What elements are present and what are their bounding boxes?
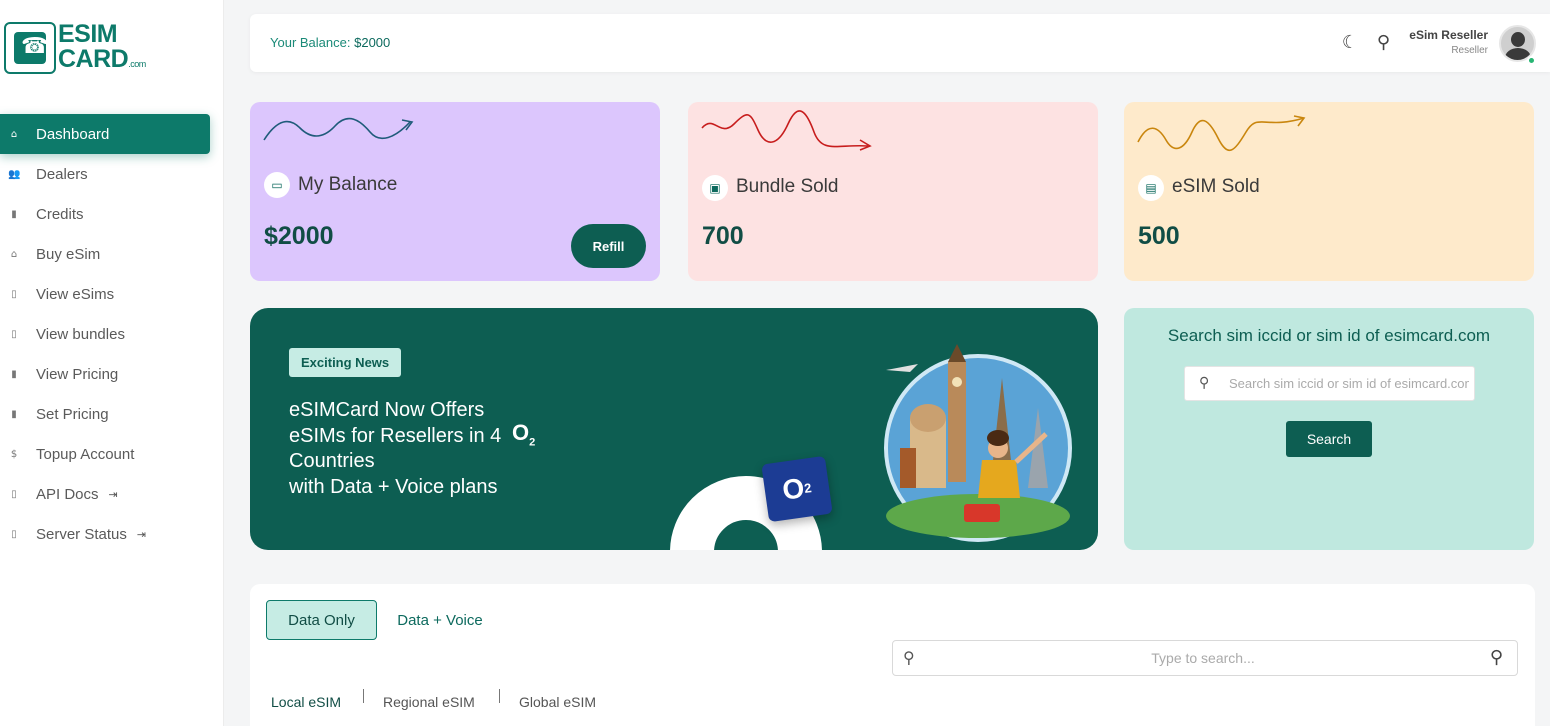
bundle-sold-value: 700	[702, 222, 744, 250]
moon-icon[interactable]: ☾	[1342, 32, 1358, 53]
sidebar-item-label: View bundles	[36, 325, 125, 343]
sidebar-item-label: Topup Account	[36, 445, 135, 463]
sidebar-item-view-esims[interactable]: ▯ View eSims	[0, 274, 224, 314]
sidebar-item-api-docs[interactable]: ▯ API Docs ⇥	[0, 474, 224, 514]
search-icon[interactable]: ⚲	[1490, 647, 1503, 668]
sim-search-input[interactable]	[1229, 367, 1469, 400]
subtab-global-esim[interactable]: Global eSIM	[519, 694, 596, 710]
bundle-sold-card: ▣ Bundle Sold 700	[688, 102, 1098, 281]
sim-search-title: Search sim iccid or sim id of esimcard.c…	[1167, 326, 1491, 345]
location-pin-icon: ⚲	[903, 648, 915, 667]
home-icon: ⌂	[10, 248, 18, 260]
bar-chart-icon: ▮	[11, 408, 17, 420]
destination-search-input[interactable]	[933, 641, 1473, 675]
sidebar-item-dealers[interactable]: 👥 Dealers	[0, 154, 224, 194]
subtab-regional-esim[interactable]: Regional eSIM	[383, 694, 475, 710]
sidebar-item-buy-esim[interactable]: ⌂ Buy eSim	[0, 234, 224, 274]
esim-sold-value: 500	[1138, 222, 1180, 250]
subtab-divider	[499, 689, 500, 703]
sidebar-item-label: Dealers	[36, 165, 88, 183]
sidebar-item-view-pricing[interactable]: ▮ View Pricing	[0, 354, 224, 394]
search-button[interactable]: Search	[1286, 421, 1372, 457]
sidebar-nav: ⌂ Dashboard 👥 Dealers ▮ Credits ⌂ Buy eSim ▯ View…	[0, 114, 224, 554]
file-icon: ▯	[11, 488, 17, 500]
destination-search-field[interactable]: ⚲ ⚲	[892, 640, 1518, 676]
trend-squiggle-icon	[263, 117, 414, 141]
esim-sold-card: ▤ eSIM Sold 500	[1124, 102, 1534, 281]
online-status-dot	[1527, 56, 1536, 65]
sidebar-item-label: API Docs	[36, 485, 99, 503]
home-icon: ⌂	[10, 128, 18, 140]
sidebar-item-label: Dashboard	[36, 125, 110, 143]
balance-card-value: $2000	[264, 222, 334, 250]
file-icon: ▯	[11, 328, 17, 340]
o2-small-logo: O2	[512, 420, 536, 449]
sidebar-item-set-pricing[interactable]: ▮ Set Pricing	[0, 394, 224, 434]
trend-squiggle-icon	[701, 110, 872, 151]
esim-sold-title: eSIM Sold	[1172, 176, 1260, 197]
file-icon: ▯	[11, 288, 17, 300]
esim-icon: ▤	[1138, 175, 1164, 201]
esimcard-logo[interactable]: ☎ ESIM CARD.com	[4, 18, 154, 80]
news-badge: Exciting News	[289, 348, 402, 377]
subtab-divider	[363, 689, 364, 703]
tab-data-only[interactable]: Data Only	[266, 600, 377, 640]
bundle-sold-title: Bundle Sold	[736, 176, 839, 197]
balance-card-title: My Balance	[298, 174, 398, 195]
sidebar-item-label: Buy eSim	[36, 245, 101, 263]
sidebar-item-label: Server Status	[36, 525, 127, 543]
dollar-icon: $	[10, 448, 18, 460]
sidebar-item-topup-account[interactable]: $ Topup Account	[0, 434, 224, 474]
banner-headline: eSIMCard Now Offers eSIMs for Resellers …	[289, 399, 502, 498]
user-name: eSim Reseller	[1409, 28, 1488, 42]
sidebar-item-label: Credits	[36, 205, 84, 223]
sidebar-item-dashboard[interactable]: ⌂ Dashboard	[0, 114, 210, 154]
plans-panel: Data Only Data + Voice ⚲ ⚲ Local eSIM Re…	[250, 584, 1535, 726]
top-header: Your Balance: $2000 ☾ ⚲ eSim Reseller Re…	[250, 14, 1550, 72]
promo-banner[interactable]: Exciting News eSIMCard Now Offers eSIMs …	[250, 308, 1098, 550]
sidebar-item-server-status[interactable]: ▯ Server Status ⇥	[0, 514, 224, 554]
sidebar-item-label: View eSims	[36, 285, 115, 303]
external-link-icon: ⇥	[108, 487, 118, 501]
search-icon: ⚲	[1199, 375, 1210, 391]
tab-data-voice[interactable]: Data + Voice	[392, 600, 488, 640]
o2-logo: O2	[761, 455, 833, 523]
subtab-local-esim[interactable]: Local eSIM	[271, 694, 341, 710]
sidebar-item-label: Set Pricing	[36, 405, 109, 423]
trend-squiggle-icon	[1137, 115, 1306, 151]
wallet-icon: ▭	[264, 172, 290, 198]
file-icon: ▯	[11, 528, 17, 540]
balance-card: ▭ My Balance $2000 Refill	[250, 102, 660, 281]
sim-search-card: Search sim iccid or sim id of esimcard.c…	[1124, 308, 1534, 550]
phone-chip-icon: ☎	[4, 22, 56, 74]
user-role: Reseller	[1451, 45, 1488, 56]
sidebar: ☎ ESIM CARD.com ⌂ Dashboard 👥 Dealers ▮ Credi…	[0, 0, 224, 726]
sidebar-item-credits[interactable]: ▮ Credits	[0, 194, 224, 234]
sidebar-item-view-bundles[interactable]: ▯ View bundles	[0, 314, 224, 354]
sidebar-item-label: View Pricing	[36, 365, 119, 383]
sim-card-icon: ▣	[702, 175, 728, 201]
sim-search-field[interactable]: ⚲	[1184, 366, 1475, 401]
bar-chart-icon: ▮	[11, 368, 17, 380]
logo-text: ESIM CARD.com	[58, 20, 146, 73]
travel-globe-illustration	[884, 344, 1072, 542]
users-icon: 👥	[8, 168, 21, 180]
search-icon[interactable]: ⚲	[1377, 32, 1390, 53]
external-link-icon: ⇥	[136, 527, 147, 541]
refill-button[interactable]: Refill	[571, 224, 646, 268]
bar-chart-icon: ▮	[11, 208, 17, 220]
header-balance: Your Balance: $2000	[270, 35, 391, 50]
